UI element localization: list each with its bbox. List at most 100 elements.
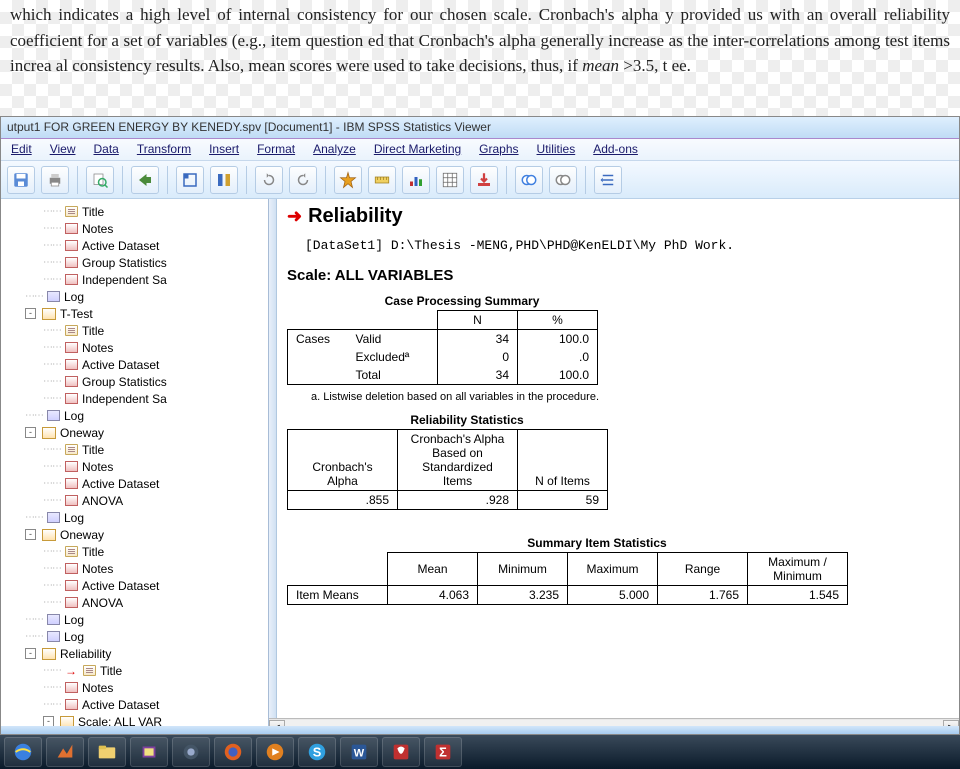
menu-utilities[interactable]: Utilities xyxy=(537,142,576,157)
preview-icon[interactable] xyxy=(86,166,114,194)
tree-item[interactable]: ⋯⋯ANOVA xyxy=(3,594,266,611)
taskbar-spss-icon[interactable]: Σ xyxy=(424,737,462,767)
taskbar-camera-icon[interactable] xyxy=(172,737,210,767)
taskbar-explorer-icon[interactable] xyxy=(88,737,126,767)
recall-icon[interactable] xyxy=(131,166,159,194)
expander-icon[interactable]: - xyxy=(25,529,36,540)
menu-insert[interactable]: Insert xyxy=(209,142,239,157)
tree-label: T-Test xyxy=(60,307,93,321)
promote-icon[interactable] xyxy=(594,166,622,194)
tree-item[interactable]: ⋯⋯Title xyxy=(3,203,266,220)
book-icon xyxy=(42,308,56,320)
tree-item[interactable]: - T-Test xyxy=(3,305,266,322)
menu-view[interactable]: View xyxy=(50,142,76,157)
menubar: Edit View Data Transform Insert Format A… xyxy=(1,139,959,161)
chart-icon xyxy=(65,376,78,387)
menu-analyze[interactable]: Analyze xyxy=(313,142,356,157)
tree-item[interactable]: ⋯⋯Notes xyxy=(3,220,266,237)
tree-item[interactable]: ⋯⋯Title xyxy=(3,441,266,458)
outline-tree-panel[interactable]: ⋯⋯Title⋯⋯Notes⋯⋯Active Dataset⋯⋯Group St… xyxy=(1,199,269,726)
tree-label: Title xyxy=(82,443,104,457)
tree-item[interactable]: ⋯⋯Log xyxy=(3,611,266,628)
table-icon[interactable] xyxy=(436,166,464,194)
print-icon[interactable] xyxy=(41,166,69,194)
output-panel[interactable]: ➜Reliability [DataSet1] D:\Thesis -MENG,… xyxy=(277,199,959,726)
tree-item[interactable]: ⋯⋯Active Dataset xyxy=(3,696,266,713)
tree-item[interactable]: -Oneway xyxy=(3,424,266,441)
note-icon xyxy=(65,546,78,557)
tree-item[interactable]: ⋯⋯Title xyxy=(3,322,266,339)
tree-item[interactable]: ⋯⋯ANOVA xyxy=(3,492,266,509)
tree-label: Oneway xyxy=(60,528,104,542)
tree-label: Notes xyxy=(82,460,113,474)
tree-item[interactable]: -Reliability xyxy=(3,645,266,662)
circles2-icon[interactable] xyxy=(549,166,577,194)
taskbar-firefox-icon[interactable] xyxy=(214,737,252,767)
tree-item[interactable]: ⋯⋯Active Dataset xyxy=(3,577,266,594)
ruler-icon[interactable] xyxy=(368,166,396,194)
tree-item[interactable]: ⋯⋯Independent Sa xyxy=(3,271,266,288)
tree-item[interactable]: ⋯⋯Log xyxy=(3,628,266,645)
taskbar-acrobat-icon[interactable] xyxy=(382,737,420,767)
taskbar-ie-icon[interactable] xyxy=(4,737,42,767)
svg-text:W: W xyxy=(354,748,365,760)
columns-icon[interactable] xyxy=(210,166,238,194)
tree-item[interactable]: ⋯⋯Log xyxy=(3,288,266,305)
tree-label: Notes xyxy=(82,341,113,355)
save-icon[interactable] xyxy=(7,166,35,194)
taskbar-matlab-icon[interactable] xyxy=(46,737,84,767)
svg-text:Σ: Σ xyxy=(439,745,447,760)
book-icon xyxy=(60,716,74,727)
tree-label: Log xyxy=(64,613,84,627)
undo-icon[interactable] xyxy=(255,166,283,194)
tree-item[interactable]: ⋯⋯Active Dataset xyxy=(3,356,266,373)
taskbar-media-icon[interactable] xyxy=(256,737,294,767)
expander-icon[interactable]: - xyxy=(25,427,36,438)
expander-icon[interactable]: - xyxy=(25,308,36,319)
goto-icon[interactable] xyxy=(176,166,204,194)
menu-addons[interactable]: Add-ons xyxy=(593,142,638,157)
menu-direct-marketing[interactable]: Direct Marketing xyxy=(374,142,461,157)
chart-icon[interactable] xyxy=(402,166,430,194)
chart-icon xyxy=(65,682,78,693)
tree-item[interactable]: - Oneway xyxy=(3,526,266,543)
tree-item[interactable]: ⋯⋯Active Dataset xyxy=(3,237,266,254)
circles1-icon[interactable] xyxy=(515,166,543,194)
tree-item[interactable]: ⋯⋯Group Statistics xyxy=(3,254,266,271)
horizontal-scrollbar[interactable]: ◄ ► xyxy=(277,718,959,726)
tree-item[interactable]: ⋯⋯Independent Sa xyxy=(3,390,266,407)
tree-item[interactable]: ⋯⋯Notes xyxy=(3,560,266,577)
redo-icon[interactable] xyxy=(289,166,317,194)
sash-divider[interactable] xyxy=(269,199,277,726)
menu-data[interactable]: Data xyxy=(93,142,118,157)
download-icon[interactable] xyxy=(470,166,498,194)
taskbar-winrar-icon[interactable] xyxy=(130,737,168,767)
tree-item[interactable]: ⋯⋯Group Statistics xyxy=(3,373,266,390)
tree-item[interactable]: -Scale: ALL VAR xyxy=(3,713,266,726)
tree-item[interactable]: ⋯⋯Title xyxy=(3,543,266,560)
menu-edit[interactable]: Edit xyxy=(11,142,32,157)
tree-label: Group Statistics xyxy=(82,375,167,389)
window-titlebar[interactable]: utput1 FOR GREEN ENERGY BY KENEDY.spv [D… xyxy=(1,117,959,139)
taskbar-word-icon[interactable]: W xyxy=(340,737,378,767)
chart-icon xyxy=(65,580,78,591)
menu-transform[interactable]: Transform xyxy=(137,142,191,157)
tree-item[interactable]: ⋯⋯→Title xyxy=(3,662,266,679)
tree-item[interactable]: ⋯⋯Log xyxy=(3,509,266,526)
menu-graphs[interactable]: Graphs xyxy=(479,142,518,157)
expander-icon[interactable]: - xyxy=(43,716,54,726)
taskbar-skype-icon[interactable]: S xyxy=(298,737,336,767)
window-bottom-strip xyxy=(1,726,959,734)
tree-item[interactable]: ⋯⋯Notes xyxy=(3,339,266,356)
expander-icon[interactable]: - xyxy=(25,648,36,659)
scale-heading: Scale: ALL VARIABLES xyxy=(287,267,949,284)
tree-label: Title xyxy=(82,324,104,338)
tree-item[interactable]: ⋯⋯Notes xyxy=(3,679,266,696)
menu-format[interactable]: Format xyxy=(257,142,295,157)
tree-item[interactable]: ⋯⋯Notes xyxy=(3,458,266,475)
tree-item[interactable]: ⋯⋯Active Dataset xyxy=(3,475,266,492)
tree-label: Log xyxy=(64,511,84,525)
chart-icon xyxy=(65,257,78,268)
star-icon[interactable] xyxy=(334,166,362,194)
tree-item[interactable]: ⋯⋯Log xyxy=(3,407,266,424)
